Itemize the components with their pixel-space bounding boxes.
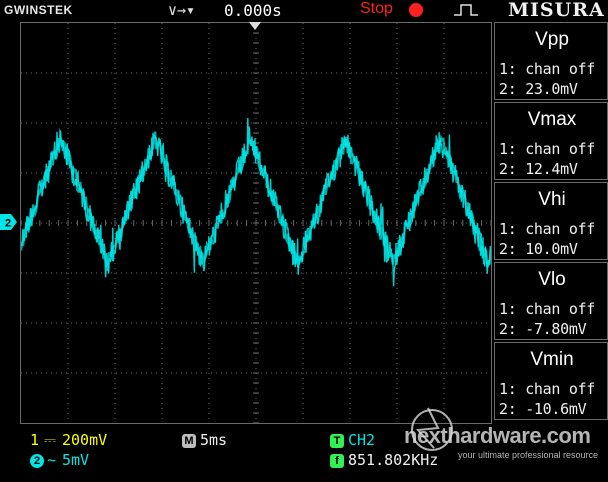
brand-logo: GWINSTEK (4, 3, 73, 17)
ch2-badge[interactable]: 2 (30, 454, 44, 468)
ch2-trace-envelope (21, 131, 491, 272)
measurement-title: Vpp (535, 29, 569, 50)
frequency-readout: 851.802KHz (348, 451, 439, 469)
measurement-ch2-value: 2: 10.0mV (499, 240, 578, 258)
run-stop-status[interactable]: Stop (360, 0, 393, 18)
measurement-ch2-value: 2: 12.4mV (499, 160, 578, 178)
measurement-ch2-value: 2: 23.0mV (499, 80, 578, 98)
measurement-title: Vhi (538, 189, 566, 210)
measurement-ch1-value: 1: chan off (499, 220, 596, 238)
measurement-vpp[interactable]: Vpp 1: chan off 2: 23.0mV (494, 22, 608, 100)
trigger-position-indicator: ∨→▾ (168, 1, 196, 19)
ch1-label[interactable]: 1 (30, 431, 39, 449)
measurement-vhi[interactable]: Vhi 1: chan off 2: 10.0mV (494, 182, 608, 260)
watermark-site: nexthardware.com (404, 423, 591, 448)
trigger-badge: T (330, 434, 344, 448)
ch2-scale[interactable]: 5mV (62, 451, 89, 469)
measurement-ch2-value: 2: -10.6mV (499, 400, 587, 418)
ch2-marker-label: 2 (5, 218, 11, 230)
trigger-edge-icon (454, 4, 478, 16)
frequency-badge: f (330, 454, 344, 468)
timebase-readout[interactable]: 5ms (200, 431, 227, 449)
measurement-vmin[interactable]: Vmin 1: chan off 2: -10.6mV (494, 342, 608, 420)
horizontal-position-readout: 0.000s (224, 1, 282, 20)
measurement-ch1-value: 1: chan off (499, 300, 596, 318)
ch1-coupling-icon: ⎓ (44, 431, 56, 449)
measurement-title: Vlo (538, 269, 566, 290)
ch2-ground-marker[interactable]: 2 (0, 213, 18, 231)
timebase-badge: M (182, 434, 196, 448)
waveform-display[interactable] (20, 22, 492, 424)
measurement-panel: Vpp 1: chan off 2: 23.0mV Vmax 1: chan o… (494, 22, 608, 430)
measurement-ch1-value: 1: chan off (499, 60, 596, 78)
measurement-ch2-value: 2: -7.80mV (499, 320, 587, 338)
ch2-trace-line (21, 117, 491, 287)
measurement-vmax[interactable]: Vmax 1: chan off 2: 12.4mV (494, 102, 608, 180)
measurement-ch1-value: 1: chan off (499, 380, 596, 398)
trigger-source[interactable]: CH2 (348, 431, 375, 449)
trigger-position-marker-icon (249, 22, 261, 30)
ch1-scale[interactable]: 200mV (62, 431, 107, 449)
ch2-coupling-icon: ∼ (47, 451, 57, 469)
overlay-title: MISURA (508, 0, 605, 21)
measurement-title: Vmax (527, 109, 577, 130)
measurement-vlo[interactable]: Vlo 1: chan off 2: -7.80mV (494, 262, 608, 340)
watermark-tagline: your ultimate professional resource (458, 450, 599, 460)
ch2-waveform-trace (21, 117, 491, 287)
measurement-title: Vmin (530, 349, 574, 370)
status-bar: GWINSTEK ∨→▾ 0.000s Stop MISURA (0, 0, 608, 22)
stop-indicator-icon (409, 3, 423, 17)
measurement-ch1-value: 1: chan off (499, 140, 596, 158)
